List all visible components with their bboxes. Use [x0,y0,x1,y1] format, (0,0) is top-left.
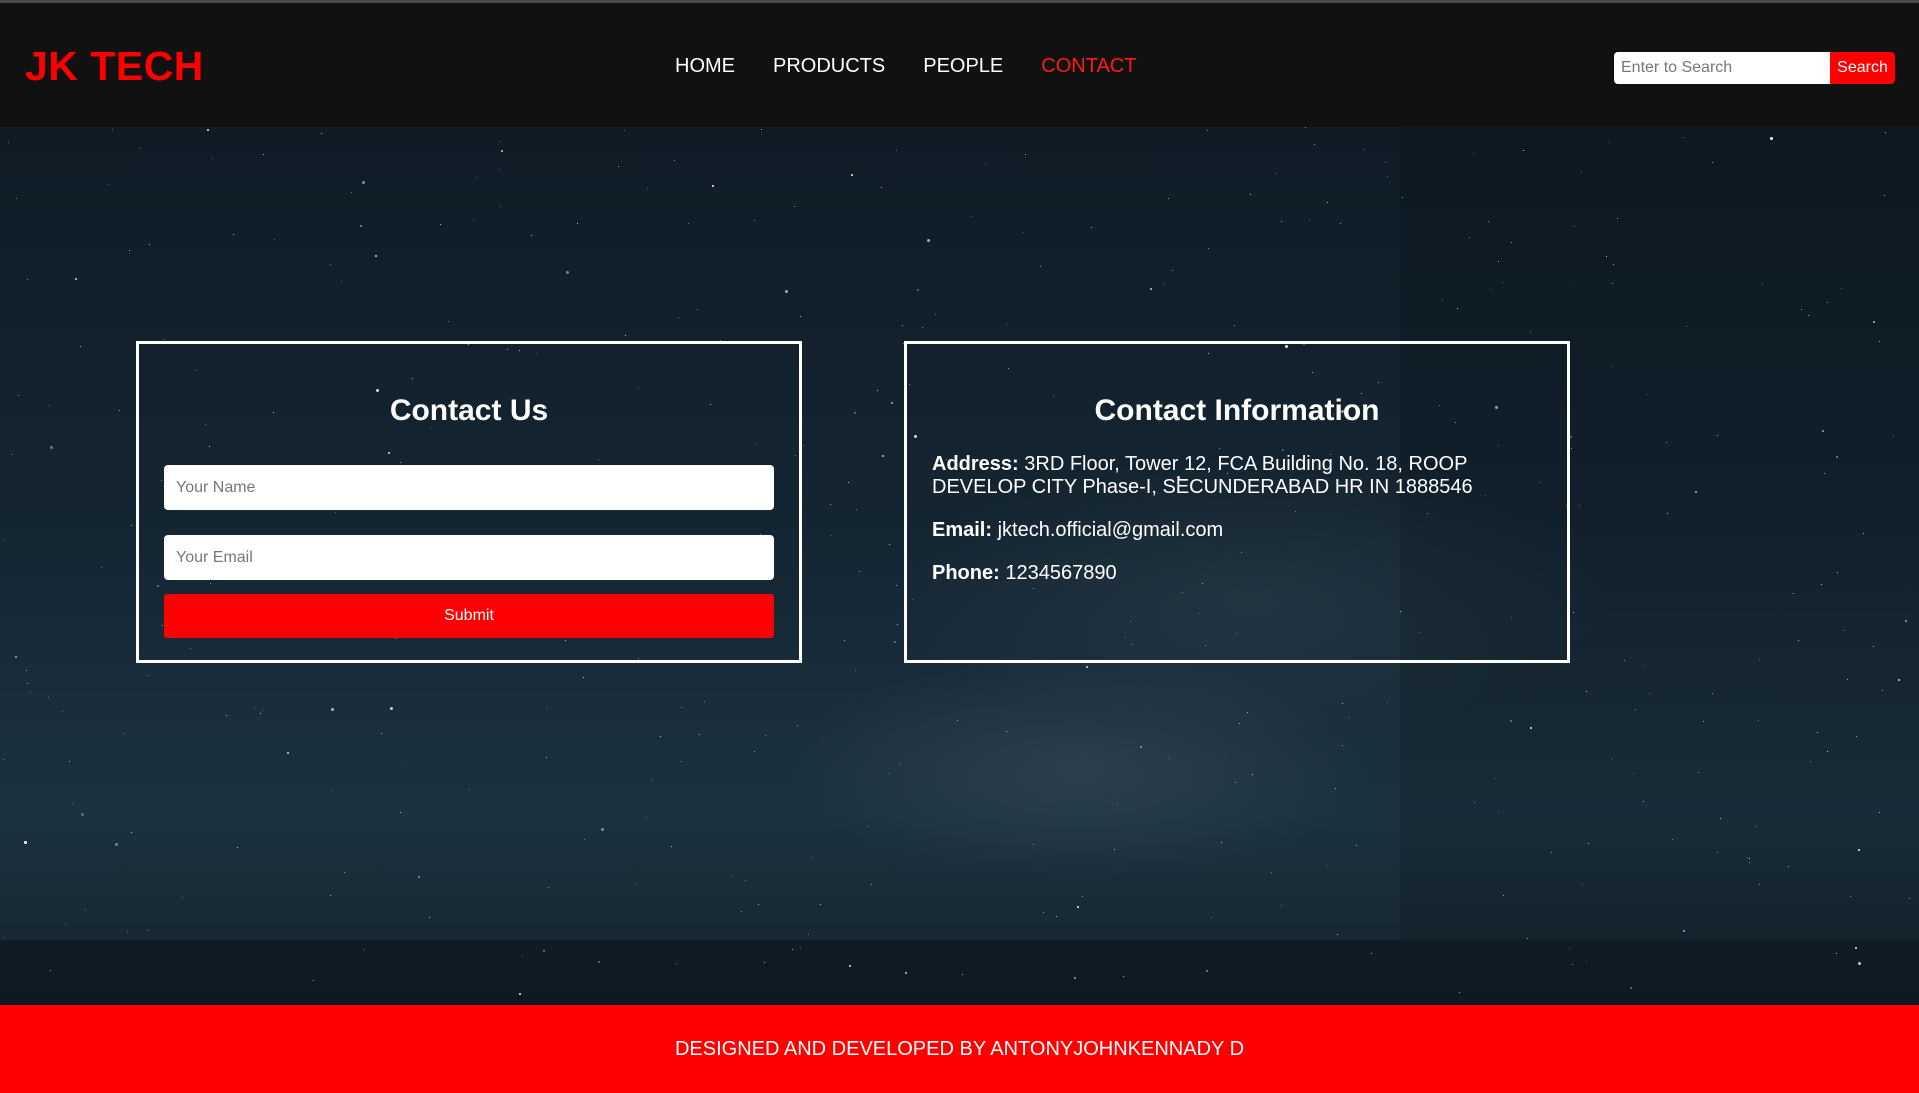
footer-credit: DESIGNED AND DEVELOPED BY ANTONYJOHNKENN… [674,1038,1245,1060]
nav-people[interactable]: PEOPLE [923,55,1003,78]
address-line: Address: 3RD Floor, Tower 12, FCA Buildi… [932,453,1492,499]
search-button[interactable]: Search [1830,52,1895,84]
phone-line: Phone: 1234567890 [932,562,1492,585]
name-field[interactable] [164,465,774,510]
address-label: Address: [932,453,1019,475]
search-bar: Search [1614,52,1895,84]
nav-products[interactable]: PRODUCTS [773,55,885,78]
nav-contact[interactable]: CONTACT [1041,55,1136,78]
email-value: jktech.official@gmail.com [997,519,1224,541]
main-nav: HOME PRODUCTS PEOPLE CONTACT [675,55,1136,78]
contact-info-panel: Contact Information Address: 3RD Floor, … [904,341,1570,663]
nav-home[interactable]: HOME [675,55,735,78]
contact-form-panel: Contact Us Submit [136,341,802,663]
site-footer: DESIGNED AND DEVELOPED BY ANTONYJOHNKENN… [0,1005,1919,1093]
search-input[interactable] [1614,52,1830,84]
brand-logo[interactable]: JK TECH [25,43,204,90]
contact-info-title: Contact Information [1094,394,1380,427]
phone-label: Phone: [932,562,1000,584]
site-header: JK TECH HOME PRODUCTS PEOPLE CONTACT Sea… [0,3,1919,127]
submit-button[interactable]: Submit [164,594,774,638]
email-label: Email: [932,519,993,541]
email-field[interactable] [164,535,774,580]
contact-form-title: Contact Us [389,394,549,427]
email-line: Email: jktech.official@gmail.com [932,519,1492,542]
phone-value: 1234567890 [1005,562,1117,584]
starfield-section: Contact Us Submit Contact Information Ad… [0,127,1919,1005]
